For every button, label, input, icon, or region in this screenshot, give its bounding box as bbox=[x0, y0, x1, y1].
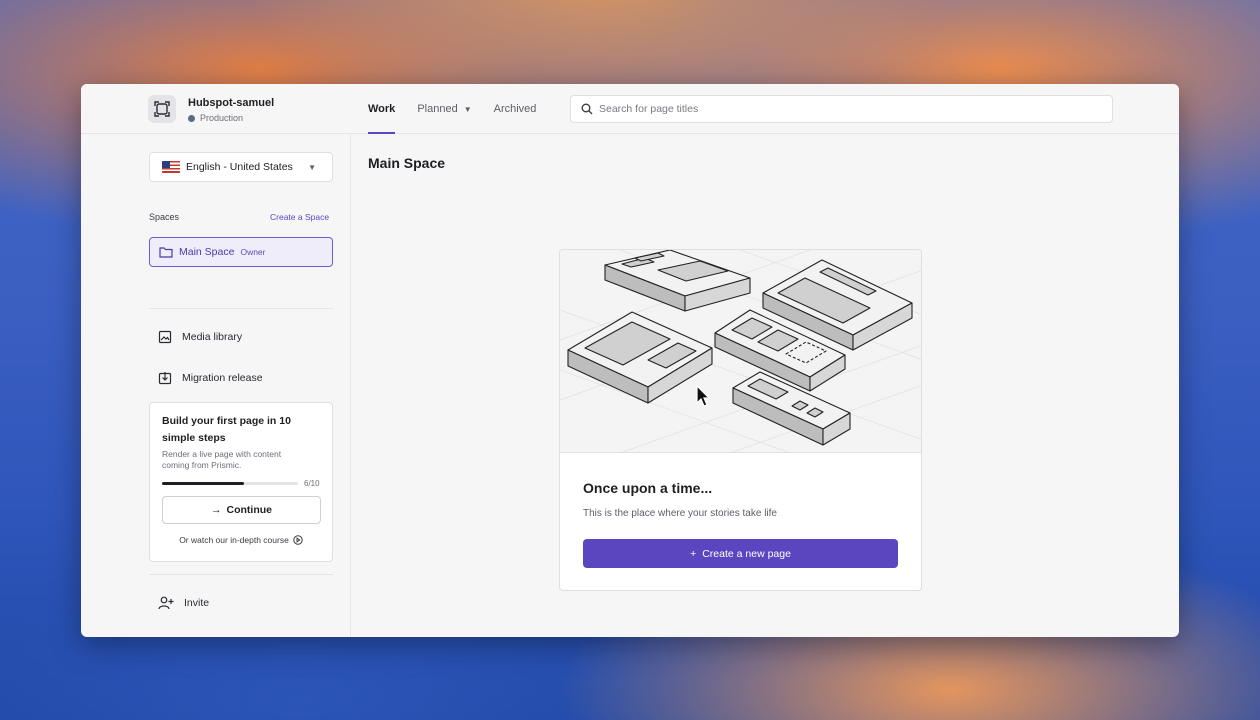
progress-text: 6/10 bbox=[304, 479, 320, 488]
tab-work-label: Work bbox=[368, 103, 396, 115]
page-title: Main Space bbox=[368, 155, 446, 171]
invite-button[interactable]: Invite bbox=[158, 593, 209, 613]
progress-track bbox=[162, 482, 298, 485]
onboarding-card: Build your first page in 10 simple steps… bbox=[149, 402, 333, 562]
add-user-icon bbox=[158, 596, 174, 610]
caret-down-icon: ▼ bbox=[463, 104, 472, 114]
empty-state-illustration bbox=[560, 250, 921, 454]
progress-fill bbox=[162, 482, 244, 485]
search-input[interactable] bbox=[599, 103, 1079, 115]
locale-select[interactable]: English - United States ▼ bbox=[149, 152, 333, 182]
empty-state-description: This is the place where your stories tak… bbox=[583, 508, 777, 519]
arrow-right-icon: → bbox=[211, 504, 222, 516]
space-role: Owner bbox=[240, 247, 266, 257]
create-space-link[interactable]: Create a Space bbox=[270, 212, 329, 222]
repository-name[interactable]: Hubspot-samuel bbox=[188, 97, 274, 109]
sidebar: English - United States ▼ Spaces Create … bbox=[81, 134, 351, 637]
page-blocks-illustration bbox=[560, 250, 921, 454]
app-window: Hubspot-samuel Production Work Planned ▼ … bbox=[81, 84, 1179, 637]
empty-state-title: Once upon a time... bbox=[583, 480, 713, 496]
play-circle-icon bbox=[293, 535, 303, 545]
plus-icon: + bbox=[690, 547, 697, 560]
sidebar-divider bbox=[149, 308, 333, 309]
onboarding-title: Build your first page in 10 simple steps bbox=[162, 415, 291, 444]
tab-planned-label: Planned bbox=[417, 103, 458, 115]
environment-name: Production bbox=[200, 113, 244, 123]
spaces-heading: Spaces bbox=[149, 212, 180, 222]
mouse-pointer-icon bbox=[696, 385, 711, 407]
image-icon bbox=[158, 330, 172, 344]
onboarding-description: Render a live page with content coming f… bbox=[162, 449, 282, 470]
top-bar: Hubspot-samuel Production Work Planned ▼ … bbox=[81, 84, 1179, 134]
course-link-label: Or watch our in-depth course bbox=[179, 535, 289, 545]
migration-icon bbox=[158, 372, 172, 385]
search-icon bbox=[581, 103, 593, 115]
invite-label: Invite bbox=[184, 597, 210, 609]
tab-planned[interactable]: Planned ▼ bbox=[417, 84, 471, 134]
continue-label: Continue bbox=[226, 504, 273, 516]
empty-state-card: Once upon a time... This is the place wh… bbox=[559, 249, 922, 591]
sidebar-item-migration-release[interactable]: Migration release bbox=[158, 368, 263, 388]
create-new-page-button[interactable]: + Create a new page bbox=[583, 539, 898, 568]
environment-label: Production bbox=[188, 113, 243, 123]
main-tabs: Work Planned ▼ Archived bbox=[368, 84, 558, 134]
onboarding-progress: 6/10 bbox=[162, 479, 322, 488]
course-link[interactable]: Or watch our in-depth course bbox=[150, 535, 332, 545]
tab-archived-label: Archived bbox=[493, 103, 537, 115]
locale-label: English - United States bbox=[186, 161, 293, 173]
continue-button[interactable]: → Continue bbox=[162, 496, 321, 524]
sidebar-divider bbox=[149, 574, 333, 575]
caret-down-icon: ▼ bbox=[308, 162, 316, 172]
us-flag-icon bbox=[162, 161, 180, 173]
search-box[interactable] bbox=[570, 95, 1113, 123]
sidebar-item-media-library[interactable]: Media library bbox=[158, 327, 242, 347]
tab-archived[interactable]: Archived bbox=[494, 84, 537, 134]
media-library-label: Media library bbox=[182, 331, 243, 343]
create-new-page-label: Create a new page bbox=[702, 547, 791, 560]
space-name: Main Space bbox=[179, 246, 235, 258]
repository-logo-icon[interactable] bbox=[148, 95, 176, 123]
migration-release-label: Migration release bbox=[182, 372, 263, 384]
folder-icon bbox=[159, 247, 173, 258]
environment-status-icon bbox=[188, 114, 195, 122]
sidebar-item-main-space[interactable]: Main Space Owner bbox=[149, 237, 333, 267]
tab-work[interactable]: Work bbox=[368, 84, 396, 134]
